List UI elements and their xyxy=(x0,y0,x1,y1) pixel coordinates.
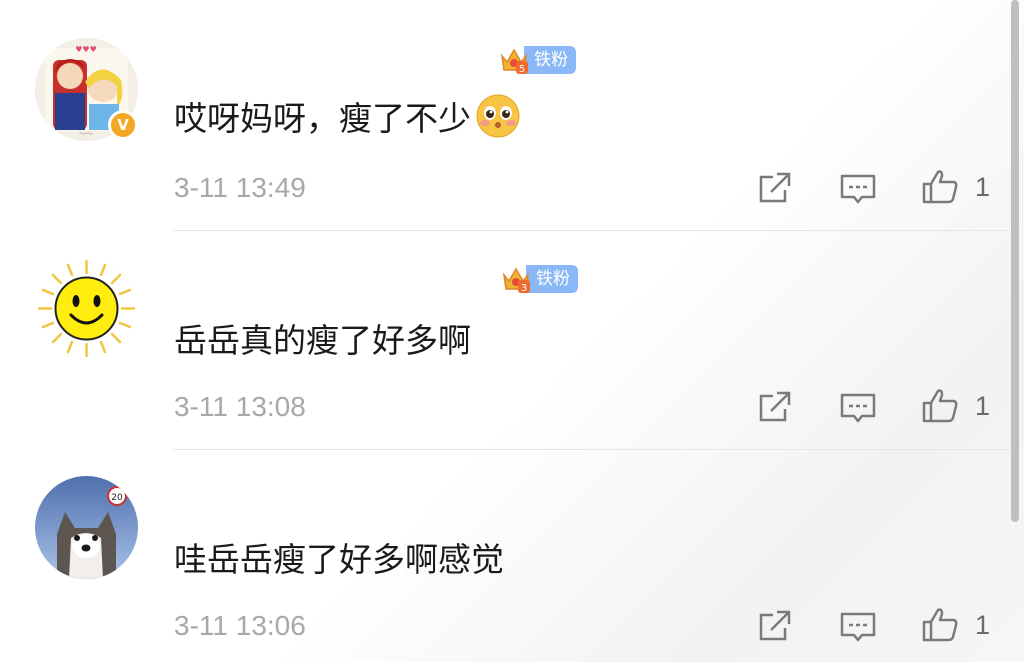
svg-text:～～: ～～ xyxy=(79,130,93,138)
comment-text-content: 哇岳岳瘦了好多啊感觉 xyxy=(174,540,504,579)
comment-text: 哇岳岳瘦了好多啊感觉 xyxy=(174,533,504,581)
divider xyxy=(174,230,1010,231)
thumbs-up-icon[interactable] xyxy=(920,166,960,206)
comment-text-content: 岳岳真的瘦了好多啊 xyxy=(174,321,471,360)
avatar[interactable]: 20 xyxy=(35,476,138,579)
thumbs-up-icon[interactable] xyxy=(920,604,960,644)
share-icon[interactable] xyxy=(755,387,795,427)
comment-list-page: ♥♥♥ ～～ V 5 铁粉 哎呀妈呀，瘦了不少 3-11 13:49 1 3 铁… xyxy=(0,0,1024,662)
like-count: 1 xyxy=(975,610,991,640)
scrollbar[interactable] xyxy=(1011,0,1019,522)
fan-badge[interactable]: 3 铁粉 xyxy=(500,265,578,294)
comment-icon[interactable] xyxy=(838,387,878,427)
comment-text-content: 哎呀妈呀，瘦了不少 xyxy=(174,99,471,138)
verified-v-badge: V xyxy=(108,110,138,140)
svg-text:♥♥♥: ♥♥♥ xyxy=(75,45,97,54)
fan-level-number: 5 xyxy=(519,64,525,75)
comment-icon[interactable] xyxy=(838,168,878,208)
fan-level-number: 3 xyxy=(521,283,527,294)
avatar[interactable] xyxy=(35,257,138,360)
crown-level-icon: 3 xyxy=(502,267,530,294)
share-icon[interactable] xyxy=(755,606,795,646)
comment-text: 哎呀妈呀，瘦了不少 xyxy=(174,92,521,140)
shy-face-emoji-icon xyxy=(476,94,520,138)
svg-text:20: 20 xyxy=(111,493,123,503)
like-count: 1 xyxy=(975,172,991,202)
timestamp: 3-11 13:06 xyxy=(174,610,306,641)
fan-label: 铁粉 xyxy=(524,46,576,74)
comment-icon[interactable] xyxy=(838,606,878,646)
fan-label: 铁粉 xyxy=(526,265,578,293)
share-icon[interactable] xyxy=(755,168,795,208)
divider xyxy=(174,449,1010,450)
sun-smiley-avatar-image xyxy=(35,257,138,360)
timestamp: 3-11 13:49 xyxy=(174,172,306,203)
fan-badge[interactable]: 5 铁粉 xyxy=(498,46,576,75)
timestamp: 3-11 13:08 xyxy=(174,391,306,422)
husky-dog-avatar-image: 20 xyxy=(35,476,138,579)
crown-level-icon: 5 xyxy=(500,48,528,75)
thumbs-up-icon[interactable] xyxy=(920,385,960,425)
comment-text: 岳岳真的瘦了好多啊 xyxy=(174,314,471,362)
like-count: 1 xyxy=(975,391,991,421)
